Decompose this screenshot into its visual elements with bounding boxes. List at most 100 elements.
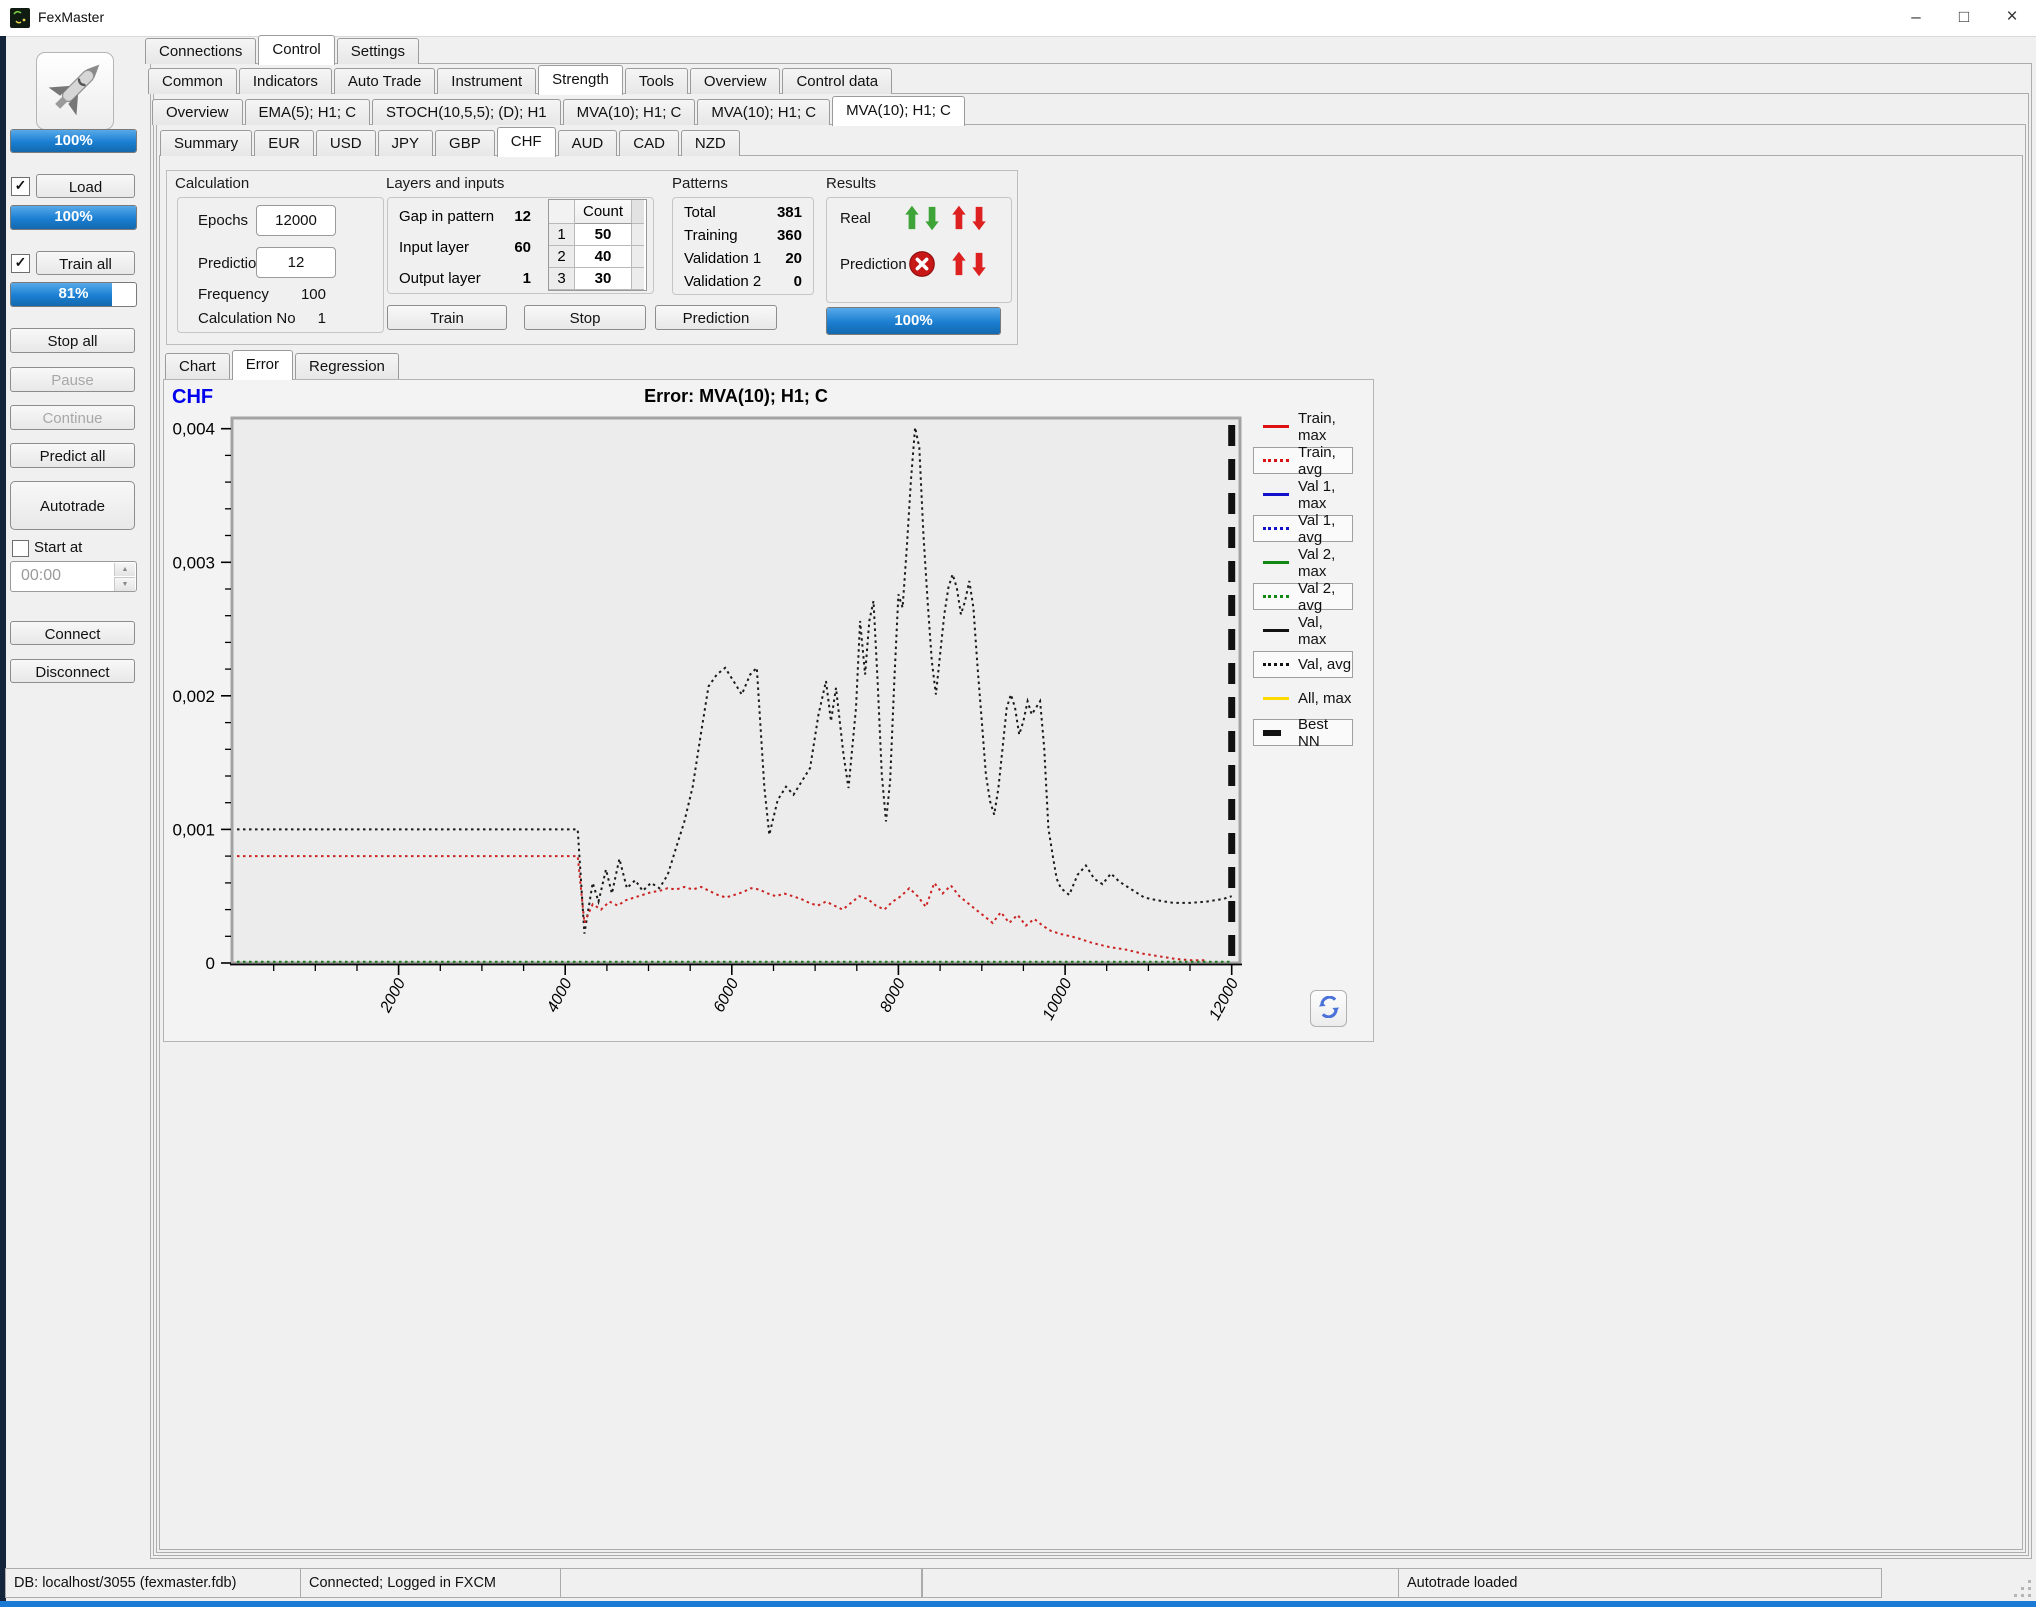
- real-wrong-updown-arrows-icon: [950, 204, 988, 232]
- field-label: Output layer: [399, 263, 481, 294]
- load-button[interactable]: Load: [36, 174, 135, 198]
- tab-aud[interactable]: AUD: [558, 130, 618, 156]
- minimize-button[interactable]: –: [1892, 0, 1940, 36]
- tab-error[interactable]: Error: [232, 350, 293, 380]
- tab-strength[interactable]: Strength: [538, 65, 623, 95]
- field-value: 20: [785, 247, 802, 270]
- tab-common[interactable]: Common: [148, 68, 237, 94]
- tab-jpy[interactable]: JPY: [378, 130, 434, 156]
- start-at-checkbox[interactable]: [12, 540, 29, 557]
- legend-solid-line-icon: [1263, 493, 1289, 496]
- count-table-scrollbar: [632, 224, 644, 246]
- legend-label: Val 2, avg: [1298, 580, 1352, 614]
- maximize-icon: □: [1959, 7, 1969, 26]
- layers-rows: Gap in pattern12Input layer60Output laye…: [399, 201, 531, 294]
- disconnect-button[interactable]: Disconnect: [10, 659, 135, 683]
- results-progressbar: 100%: [826, 307, 1001, 335]
- legend-item-val-max[interactable]: Val, max: [1253, 617, 1353, 644]
- tab-control-data[interactable]: Control data: [782, 68, 892, 94]
- legend-dotted-line-icon: [1263, 527, 1289, 530]
- window-title: FexMaster: [38, 9, 104, 25]
- epochs-label: Epochs: [198, 212, 248, 229]
- progress-label: 100%: [827, 308, 1000, 334]
- tab-summary[interactable]: Summary: [160, 130, 252, 156]
- legend-item-all-max[interactable]: All, max: [1253, 685, 1353, 712]
- predict-all-button[interactable]: Predict all: [10, 443, 135, 468]
- patterns-group-label: Patterns: [672, 175, 728, 192]
- train-checkbox[interactable]: ✓: [11, 254, 30, 273]
- legend-item-val-2-max[interactable]: Val 2, max: [1253, 549, 1353, 576]
- legend-thick-line-icon: [1263, 730, 1281, 736]
- legend-item-val-1-avg[interactable]: Val 1, avg: [1253, 515, 1353, 542]
- tab-gbp[interactable]: GBP: [435, 130, 495, 156]
- train-button[interactable]: Train: [387, 305, 507, 330]
- count-row-value[interactable]: 50: [575, 224, 632, 246]
- legend-item-best-nn[interactable]: Best NN: [1253, 719, 1353, 746]
- close-button[interactable]: ×: [1988, 0, 2036, 36]
- tab-nzd[interactable]: NZD: [681, 130, 740, 156]
- tab-mva-10-h1-c[interactable]: MVA(10); H1; C: [832, 96, 965, 126]
- chart-title: Error: MVA(10); H1; C: [232, 386, 1240, 407]
- svg-text:0,004: 0,004: [172, 420, 215, 439]
- epochs-input[interactable]: [256, 205, 336, 236]
- train-progressbar: 81%: [10, 282, 137, 307]
- chart-corner-label: CHF: [172, 386, 213, 409]
- resize-grip-icon[interactable]: [2010, 1578, 2034, 1600]
- legend-item-train-avg[interactable]: Train, avg: [1253, 447, 1353, 474]
- maximize-button[interactable]: □: [1940, 0, 1988, 36]
- time-down-button[interactable]: ▼: [114, 577, 135, 591]
- tab-ema-5-h1-c[interactable]: EMA(5); H1; C: [245, 99, 371, 125]
- tab-mva-10-h1-c[interactable]: MVA(10); H1; C: [697, 99, 830, 125]
- legend-solid-line-icon: [1263, 697, 1289, 700]
- window-left-border: [0, 36, 6, 1601]
- tab-eur[interactable]: EUR: [254, 130, 314, 156]
- predictions-input[interactable]: [256, 247, 336, 278]
- tab-instrument[interactable]: Instrument: [437, 68, 536, 94]
- tab-connections[interactable]: Connections: [145, 38, 256, 64]
- prediction-updown-arrows-icon: [950, 250, 988, 278]
- continue-button[interactable]: Continue: [10, 405, 135, 430]
- tab-overview[interactable]: Overview: [690, 68, 781, 94]
- tab-regression[interactable]: Regression: [295, 353, 399, 379]
- refresh-icon: [1318, 996, 1340, 1018]
- count-table-header[interactable]: Count: [575, 200, 632, 224]
- legend-item-val-2-avg[interactable]: Val 2, avg: [1253, 583, 1353, 610]
- tab-indicators[interactable]: Indicators: [239, 68, 332, 94]
- load-checkbox[interactable]: ✓: [11, 177, 30, 196]
- pause-button[interactable]: Pause: [10, 367, 135, 392]
- legend-item-val-1-max[interactable]: Val 1, max: [1253, 481, 1353, 508]
- legend-item-train-max[interactable]: Train, max: [1253, 413, 1353, 440]
- count-row-value[interactable]: 40: [575, 246, 632, 268]
- train-all-button[interactable]: Train all: [36, 251, 135, 275]
- stop-all-button[interactable]: Stop all: [10, 328, 135, 353]
- tab-settings[interactable]: Settings: [337, 38, 419, 64]
- start-time-input[interactable]: [19, 566, 103, 586]
- stop-button[interactable]: Stop: [524, 305, 646, 330]
- count-row-index: 2: [549, 246, 575, 268]
- legend-label: Val, max: [1298, 614, 1353, 648]
- field-value: 0: [794, 270, 802, 293]
- chart-tabs: ChartErrorRegression: [165, 349, 401, 379]
- tab-overview[interactable]: Overview: [152, 99, 243, 125]
- autotrade-button[interactable]: Autotrade: [10, 481, 135, 530]
- count-row-value[interactable]: 30: [575, 268, 632, 290]
- legend-label: All, max: [1298, 690, 1351, 707]
- time-up-button[interactable]: ▲: [114, 563, 135, 576]
- svg-text:12000: 12000: [1206, 976, 1242, 1023]
- tab-chf[interactable]: CHF: [497, 127, 556, 157]
- tab-stoch-10-5-5-d-h1[interactable]: STOCH(10,5,5); (D); H1: [372, 99, 561, 125]
- refresh-chart-button[interactable]: [1310, 990, 1347, 1027]
- field-label: Gap in pattern: [399, 201, 494, 232]
- prediction-button[interactable]: Prediction: [655, 305, 777, 330]
- legend-item-val-avg[interactable]: Val, avg: [1253, 651, 1353, 678]
- tab-usd[interactable]: USD: [316, 130, 376, 156]
- tab-tools[interactable]: Tools: [625, 68, 688, 94]
- tab-mva-10-h1-c[interactable]: MVA(10); H1; C: [563, 99, 696, 125]
- check-icon: ✓: [15, 254, 27, 270]
- connect-button[interactable]: Connect: [10, 621, 135, 645]
- legend-solid-line-icon: [1263, 561, 1289, 564]
- tab-chart[interactable]: Chart: [165, 353, 230, 379]
- tab-auto-trade[interactable]: Auto Trade: [334, 68, 435, 94]
- tab-control[interactable]: Control: [258, 35, 334, 65]
- tab-cad[interactable]: CAD: [619, 130, 679, 156]
